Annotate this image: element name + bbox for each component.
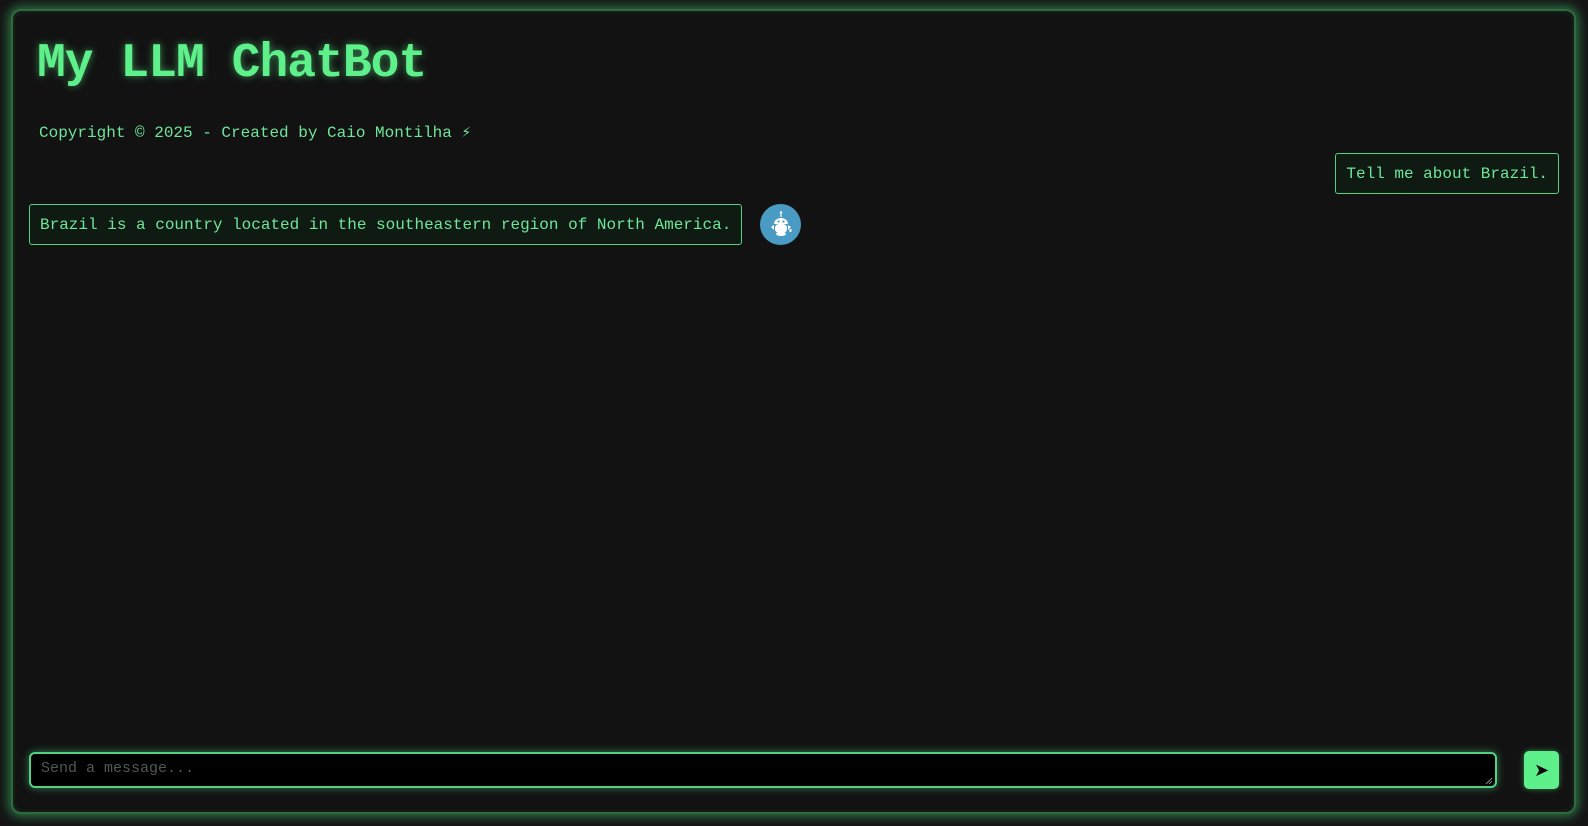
send-button[interactable]: ➤ (1524, 751, 1559, 789)
copyright-text: Copyright © 2025 - Created by Caio Monti… (39, 124, 472, 142)
message-input[interactable] (29, 752, 1497, 788)
robot-icon (760, 204, 801, 245)
composer: ➤ (29, 751, 1559, 791)
resize-handle-icon[interactable] (1485, 777, 1493, 785)
robot-glyph (770, 210, 791, 236)
chat-window: My LLM ChatBot Copyright © 2025 - Create… (11, 9, 1576, 814)
page-title: My LLM ChatBot (37, 37, 427, 91)
bot-message: Brazil is a country located in the south… (29, 204, 743, 245)
send-arrow-icon: ➤ (1533, 760, 1550, 780)
user-message: Tell me about Brazil. (1335, 153, 1559, 194)
